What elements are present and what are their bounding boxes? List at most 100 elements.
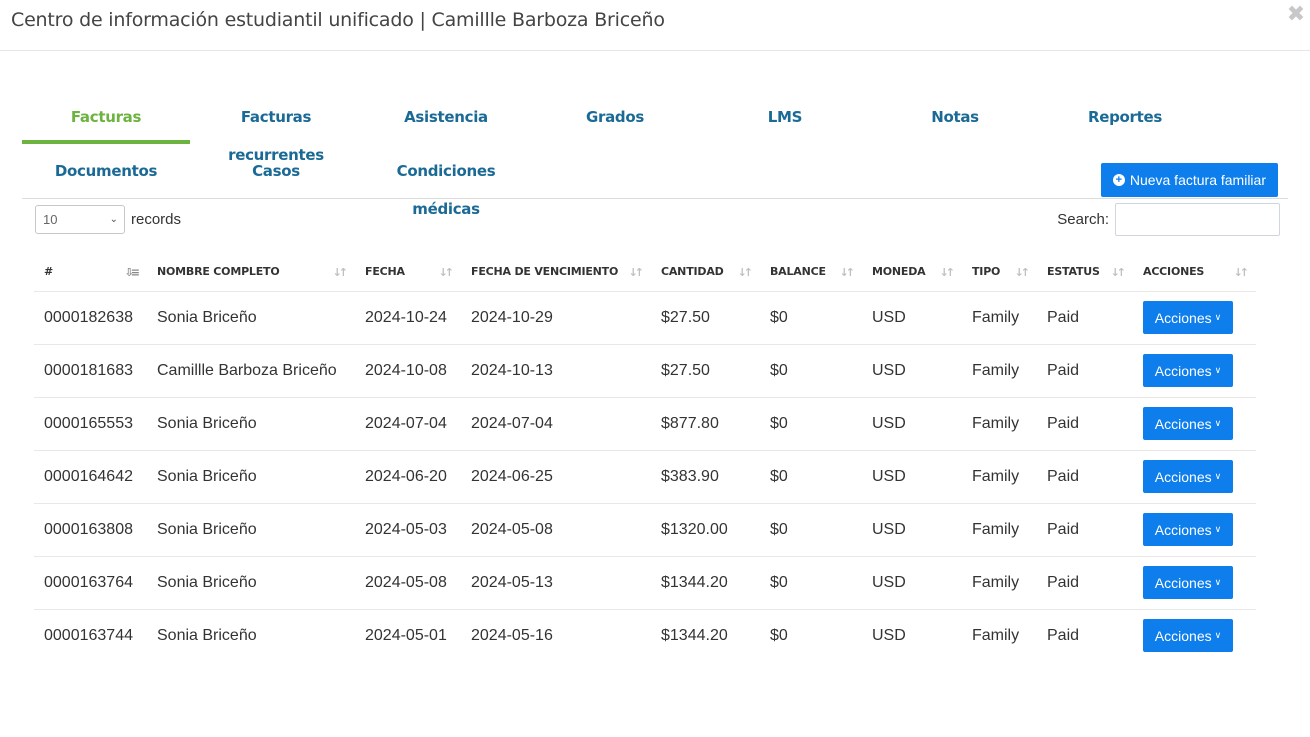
table-row: 0000164642 Sonia Briceño 2024-06-20 2024-06…: [34, 449, 1256, 503]
table-row: 0000182638 Sonia Briceño 2024-10-24 2024-10…: [34, 290, 1256, 344]
actions-dropdown-button[interactable]: Acciones ∨: [1143, 301, 1233, 334]
table-row: 0000165553 Sonia Briceño 2024-07-04 2024-07…: [34, 396, 1256, 450]
cell-invoice-number: 0000163744: [34, 608, 147, 662]
modal-title: Centro de información estudiantil unific…: [11, 9, 665, 31]
cell-type: Family: [962, 449, 1037, 503]
chevron-down-icon: ∨: [1214, 471, 1222, 481]
cell-actions: Acciones ∨: [1133, 555, 1256, 609]
tab-grados[interactable]: Grados: [531, 98, 699, 144]
cell-amount: $27.50: [651, 290, 760, 344]
search-input[interactable]: [1115, 203, 1280, 236]
actions-dropdown-button[interactable]: Acciones ∨: [1143, 407, 1233, 440]
cell-full-name: Sonia Briceño: [147, 449, 355, 503]
col-number-label: #: [44, 265, 54, 279]
table-search: Search:: [1057, 203, 1280, 236]
cell-due-date: 2024-06-25: [461, 449, 651, 503]
cell-amount: $383.90: [651, 449, 760, 503]
cell-balance: $0: [760, 396, 862, 450]
chevron-down-icon: ∨: [1214, 630, 1222, 641]
col-moneda[interactable]: Moneda ↓↑: [862, 253, 962, 291]
new-family-invoice-button[interactable]: + Nueva factura familiar: [1100, 163, 1278, 197]
actions-dropdown-button[interactable]: Acciones ∨: [1143, 513, 1233, 546]
tab-condiciones-medicas[interactable]: Condiciones médicas: [362, 152, 530, 218]
actions-label: Acciones: [1154, 627, 1212, 644]
cell-date: 2024-10-08: [355, 343, 461, 397]
col-fecha-vencimiento[interactable]: Fecha de vencimiento ↓↑: [461, 253, 651, 291]
cell-status: Paid: [1037, 449, 1133, 503]
actions-dropdown-button[interactable]: Acciones ∨: [1143, 619, 1233, 653]
actions-label: Acciones: [1154, 468, 1212, 485]
cell-balance: $0: [760, 343, 862, 397]
col-tipo-label: Tipo: [972, 265, 1001, 279]
cell-invoice-number: 0000182638: [34, 290, 147, 344]
actions-dropdown-button[interactable]: Acciones ∨: [1143, 566, 1233, 599]
col-balance[interactable]: Balance ↓↑: [760, 253, 862, 291]
col-number[interactable]: # ⇩≡: [34, 253, 147, 291]
search-label: Search:: [1057, 211, 1109, 228]
cell-amount: $27.50: [651, 343, 760, 397]
col-tipo[interactable]: Tipo ↓↑: [962, 253, 1037, 291]
col-estatus[interactable]: Estatus ↓↑: [1037, 253, 1133, 291]
cell-type: Family: [962, 290, 1037, 344]
cell-type: Family: [962, 343, 1037, 397]
col-nombre-completo[interactable]: Nombre completo ↓↑: [147, 253, 355, 291]
cell-currency: USD: [862, 555, 962, 609]
col-fecha[interactable]: Fecha ↓↑: [355, 253, 461, 291]
col-estatus-label: Estatus: [1047, 265, 1100, 279]
cell-type: Family: [962, 608, 1037, 662]
page-length-select[interactable]: 10 ⌄: [35, 205, 125, 234]
cell-invoice-number: 0000165553: [34, 396, 147, 450]
col-balance-label: Balance: [770, 265, 826, 279]
chevron-down-icon: ∨: [1214, 418, 1222, 428]
cell-type: Family: [962, 396, 1037, 450]
table-row: 0000163764 Sonia Briceño 2024-05-08 2024-05…: [34, 555, 1256, 609]
tab-facturas-recurrentes[interactable]: Facturas recurrentes: [192, 98, 360, 164]
cell-actions: Acciones ∨: [1133, 396, 1256, 450]
page-length-control: 10 ⌄ records: [35, 205, 181, 234]
tab-asistencia[interactable]: Asistencia: [362, 98, 530, 144]
chevron-down-icon: ∨: [1214, 524, 1222, 534]
cell-invoice-number: 0000163764: [34, 555, 147, 609]
cell-full-name: Camillle Barboza Briceño: [147, 343, 355, 397]
tab-lms[interactable]: LMS: [701, 98, 869, 144]
modal-header: Centro de información estudiantil unific…: [0, 0, 1310, 51]
tab-documentos[interactable]: Documentos: [22, 152, 190, 198]
actions-dropdown-button[interactable]: Acciones ∨: [1143, 460, 1233, 493]
actions-label: Acciones: [1154, 309, 1212, 326]
col-fecha-vencimiento-label: Fecha de vencimiento: [471, 265, 619, 279]
cell-due-date: 2024-10-13: [461, 343, 651, 397]
chevron-down-icon: ∨: [1214, 365, 1222, 375]
tab-notas[interactable]: Notas: [871, 98, 1039, 144]
invoices-table: # ⇩≡ Nombre completo ↓↑ Fecha ↓↑ Fecha de v…: [34, 253, 1256, 662]
cell-date: 2024-07-04: [355, 396, 461, 450]
cell-full-name: Sonia Briceño: [147, 608, 355, 662]
sort-icon: ↓↑: [438, 266, 455, 279]
cell-status: Paid: [1037, 608, 1133, 662]
tab-facturas[interactable]: Facturas: [22, 98, 190, 144]
cell-type: Family: [962, 555, 1037, 609]
col-fecha-label: Fecha: [365, 265, 405, 279]
tab-reportes[interactable]: Reportes: [1041, 98, 1209, 144]
actions-dropdown-button[interactable]: Acciones ∨: [1143, 354, 1233, 387]
actions-label: Acciones: [1154, 574, 1212, 591]
cell-due-date: 2024-05-13: [461, 555, 651, 609]
sort-desc-icon: ⇩≡: [124, 266, 141, 279]
cell-actions: Acciones ∨: [1133, 502, 1256, 556]
cell-amount: $1344.20: [651, 608, 760, 662]
cell-full-name: Sonia Briceño: [147, 396, 355, 450]
cell-invoice-number: 0000163808: [34, 502, 147, 556]
cell-invoice-number: 0000181683: [34, 343, 147, 397]
cell-actions: Acciones ∨: [1133, 290, 1256, 344]
tab-casos[interactable]: Casos: [192, 152, 360, 198]
col-cantidad[interactable]: Cantidad ↓↑: [651, 253, 760, 291]
col-acciones[interactable]: Acciones ↓↑: [1133, 253, 1256, 291]
cell-date: 2024-05-01: [355, 608, 461, 662]
page-length-suffix: records: [131, 211, 182, 228]
cell-due-date: 2024-05-08: [461, 502, 651, 556]
cell-status: Paid: [1037, 290, 1133, 344]
cell-date: 2024-05-08: [355, 555, 461, 609]
close-icon[interactable]: ✖: [1286, 3, 1306, 25]
col-moneda-label: Moneda: [872, 265, 926, 279]
cell-date: 2024-05-03: [355, 502, 461, 556]
cell-currency: USD: [862, 343, 962, 397]
